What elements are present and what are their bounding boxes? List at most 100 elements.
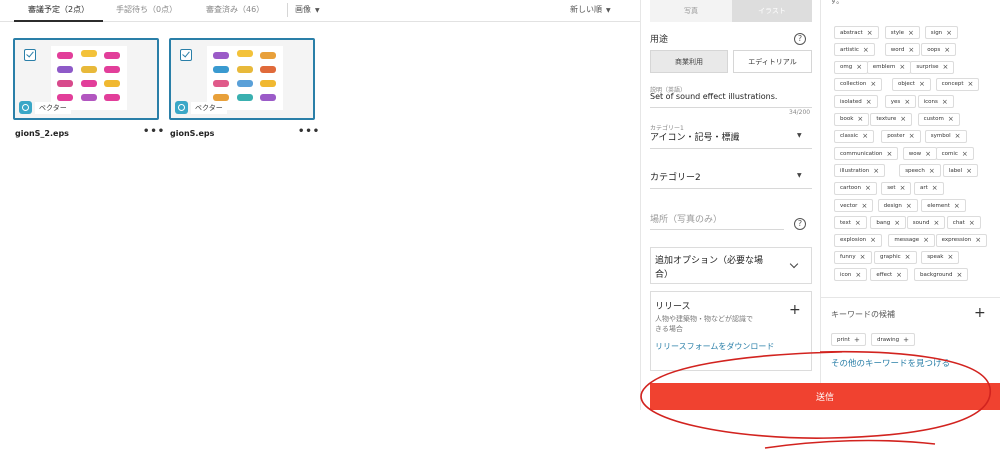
remove-keyword-icon[interactable]: × xyxy=(857,115,863,123)
keyword-chip[interactable]: speech × xyxy=(899,164,941,178)
tab-awaiting[interactable]: 手認待ち（0点） xyxy=(116,4,177,15)
remove-keyword-icon[interactable]: × xyxy=(962,150,968,158)
keyword-chip[interactable]: bang × xyxy=(870,216,907,230)
keyword-chip[interactable]: design × xyxy=(877,199,918,212)
keyword-chip[interactable]: element × xyxy=(921,199,966,212)
remove-keyword-icon[interactable]: × xyxy=(900,115,906,123)
help-icon[interactable]: ? xyxy=(794,33,806,45)
keyword-chip[interactable]: text × xyxy=(834,216,867,230)
keyword-chip[interactable]: oops × xyxy=(921,43,957,57)
keyword-chip[interactable]: wow × xyxy=(902,147,938,161)
remove-keyword-icon[interactable]: × xyxy=(919,80,925,88)
keyword-chip[interactable]: cartoon × xyxy=(834,181,877,195)
remove-keyword-icon[interactable]: × xyxy=(909,132,915,140)
remove-keyword-icon[interactable]: × xyxy=(925,150,931,158)
remove-keyword-icon[interactable]: × xyxy=(944,46,950,54)
find-more-keywords-link[interactable]: その他のキーワードを見つける xyxy=(831,357,950,369)
remove-keyword-icon[interactable]: × xyxy=(947,253,953,261)
keyword-chip[interactable]: style × xyxy=(884,26,920,39)
remove-keyword-icon[interactable]: × xyxy=(969,219,975,227)
remove-keyword-icon[interactable]: × xyxy=(867,29,873,37)
type-illustration-toggle[interactable]: イラスト xyxy=(732,0,812,22)
keyword-chip[interactable]: speak × xyxy=(921,250,960,264)
keyword-chip[interactable]: icons × xyxy=(917,95,954,109)
keyword-chip[interactable]: emblem × xyxy=(866,60,912,74)
keyword-chip[interactable]: classic × xyxy=(834,129,875,143)
keyword-chip[interactable]: word × xyxy=(884,43,921,57)
submit-button[interactable]: 送信 xyxy=(650,383,1000,410)
file-card-1[interactable]: ベクター xyxy=(13,38,159,120)
remove-keyword-icon[interactable]: × xyxy=(942,98,948,106)
remove-keyword-icon[interactable]: × xyxy=(968,80,974,88)
keyword-chip[interactable]: custom × xyxy=(917,112,960,126)
keyword-chip[interactable]: background × xyxy=(914,268,969,282)
keyword-chip[interactable]: texture × xyxy=(870,112,913,126)
remove-keyword-icon[interactable]: × xyxy=(855,219,861,227)
type-filter-dropdown[interactable]: 画像 ▼ xyxy=(295,4,320,15)
keyword-chip[interactable]: funny × xyxy=(834,250,872,264)
keyword-chip[interactable]: vector × xyxy=(834,199,874,212)
keyword-chip[interactable]: symbol × xyxy=(924,129,967,143)
remove-keyword-icon[interactable]: × xyxy=(856,63,862,71)
remove-keyword-icon[interactable]: × xyxy=(943,63,949,71)
keyword-chip[interactable]: icon × xyxy=(834,268,868,282)
remove-keyword-icon[interactable]: × xyxy=(870,236,876,244)
remove-keyword-icon[interactable]: × xyxy=(905,253,911,261)
more-options-icon[interactable]: ••• xyxy=(298,126,320,137)
remove-keyword-icon[interactable]: × xyxy=(887,150,893,158)
commercial-use-button[interactable]: 商業利用 xyxy=(650,50,728,73)
remove-keyword-icon[interactable]: × xyxy=(862,132,868,140)
editorial-use-button[interactable]: エディトリアル xyxy=(733,50,812,73)
keyword-chip[interactable]: concept × xyxy=(935,77,980,91)
remove-keyword-icon[interactable]: × xyxy=(900,184,906,192)
keyword-chip[interactable]: surprise × xyxy=(910,60,955,74)
remove-keyword-icon[interactable]: × xyxy=(934,219,940,227)
keyword-chip[interactable]: set × xyxy=(881,181,912,195)
remove-keyword-icon[interactable]: × xyxy=(954,202,960,210)
remove-keyword-icon[interactable]: × xyxy=(908,46,914,54)
remove-keyword-icon[interactable]: × xyxy=(966,167,972,175)
remove-keyword-icon[interactable]: × xyxy=(948,115,954,123)
tab-reviewed[interactable]: 審査済み（46） xyxy=(206,4,264,15)
remove-keyword-icon[interactable]: × xyxy=(899,63,905,71)
description-input[interactable]: Set of sound effect illustrations. xyxy=(650,92,777,101)
keyword-chip[interactable]: chat × xyxy=(946,216,981,230)
keyword-chip[interactable]: poster × xyxy=(881,129,921,143)
category1-select[interactable]: アイコン・記号・標識 xyxy=(650,130,740,143)
remove-keyword-icon[interactable]: × xyxy=(873,167,879,175)
tab-pending[interactable]: 審議予定（2点） xyxy=(28,4,89,15)
keyword-chip[interactable]: artistic × xyxy=(834,43,875,57)
keyword-chip[interactable]: sound × xyxy=(906,216,946,230)
more-options-icon[interactable]: ••• xyxy=(143,126,165,137)
remove-keyword-icon[interactable]: × xyxy=(929,167,935,175)
remove-keyword-icon[interactable]: × xyxy=(855,271,861,279)
keyword-chip[interactable]: yes × xyxy=(884,95,917,109)
keyword-chip[interactable]: omg × xyxy=(834,60,869,74)
remove-keyword-icon[interactable]: × xyxy=(870,80,876,88)
category2-select[interactable]: カテゴリー2 xyxy=(650,170,701,183)
keyword-chip[interactable]: collection × xyxy=(834,77,883,91)
add-keyword-icon[interactable]: + xyxy=(974,306,986,320)
remove-keyword-icon[interactable]: × xyxy=(923,236,929,244)
keyword-chip[interactable]: message × xyxy=(888,233,935,247)
remove-keyword-icon[interactable]: × xyxy=(860,253,866,261)
additional-options-accordion[interactable]: 追加オプション（必要な場 合） xyxy=(650,247,812,284)
remove-keyword-icon[interactable]: × xyxy=(908,29,914,37)
keyword-chip[interactable]: explosion × xyxy=(834,233,883,247)
remove-keyword-icon[interactable]: × xyxy=(861,202,867,210)
keyword-chip[interactable]: object × xyxy=(892,77,931,91)
remove-keyword-icon[interactable]: × xyxy=(896,271,902,279)
remove-keyword-icon[interactable]: × xyxy=(957,271,963,279)
keyword-chip[interactable]: graphic × xyxy=(874,250,917,264)
type-photo-toggle[interactable]: 写真 xyxy=(650,0,732,22)
remove-keyword-icon[interactable]: × xyxy=(865,184,871,192)
add-release-icon[interactable]: + xyxy=(789,303,801,317)
suggested-keyword-chip[interactable]: drawing + xyxy=(871,333,916,346)
keyword-chip[interactable]: isolated × xyxy=(834,95,878,109)
keyword-chip[interactable]: comic × xyxy=(935,147,974,161)
keyword-chip[interactable]: label × xyxy=(942,164,978,178)
keyword-chip[interactable]: abstract × xyxy=(834,26,879,39)
remove-keyword-icon[interactable]: × xyxy=(932,184,938,192)
remove-keyword-icon[interactable]: × xyxy=(894,219,900,227)
remove-keyword-icon[interactable]: × xyxy=(863,46,869,54)
